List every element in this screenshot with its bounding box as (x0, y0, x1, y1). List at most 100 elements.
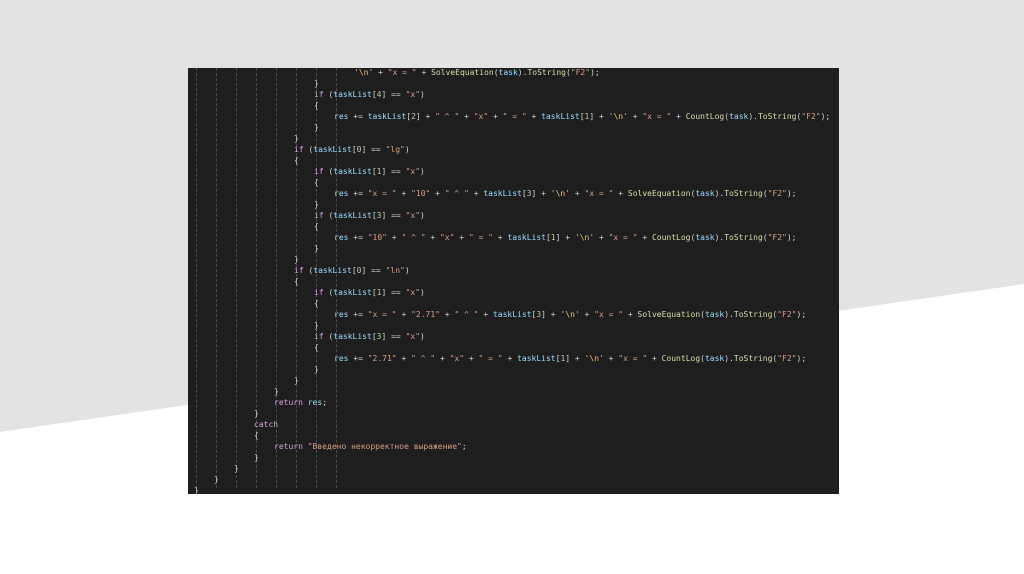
code-token: ). (517, 68, 528, 77)
code-token: ). (724, 354, 734, 363)
code-token: " ^ " (401, 233, 426, 242)
code-token: + (613, 189, 628, 198)
code-line: } (294, 374, 299, 388)
code-token: "2.71" (367, 354, 397, 363)
code-line: } (234, 462, 239, 476)
code-token: res (334, 112, 349, 121)
code-token: res (334, 233, 349, 242)
code-token: ). (724, 310, 734, 319)
code-token: "x = " (608, 233, 638, 242)
code-token: } (234, 464, 239, 473)
code-token: ] == (381, 288, 406, 297)
code-token: + (468, 189, 484, 198)
code-token: { (294, 277, 299, 286)
code-token: ) (420, 90, 425, 99)
code-token: task (704, 354, 725, 363)
code-token: ToString (724, 233, 763, 242)
code-token: { (314, 101, 319, 110)
code-token: "x" (405, 211, 421, 220)
code-line: if (taskList[1] == "x") (314, 286, 425, 300)
code-token: } (314, 365, 319, 374)
code-token: + (623, 310, 638, 319)
code-token: } (314, 321, 319, 330)
code-token: "x" (405, 332, 421, 341)
code-token: "x = " (367, 189, 397, 198)
code-token: + (627, 112, 643, 121)
code-token: ToString (733, 354, 773, 363)
code-token: "F2" (767, 189, 787, 198)
code-token: ( (303, 266, 314, 275)
code-token: ); (796, 310, 807, 319)
code-token: '\n' (608, 112, 628, 121)
code-token: "x = " (367, 310, 397, 319)
code-token: } (314, 200, 319, 209)
code-token: += (348, 112, 368, 121)
code-token: "x = " (642, 112, 672, 121)
code-token: + (396, 310, 412, 319)
code-token: taskList (333, 332, 372, 341)
code-line: res += "10" + " ^ " + "x" + " = " + task… (334, 231, 797, 245)
code-token: taskList (333, 288, 372, 297)
code-token: + (603, 354, 619, 363)
code-token: ); (590, 68, 600, 77)
code-token: } (254, 453, 259, 462)
code-token: if (294, 145, 304, 154)
code-token: ( (323, 332, 334, 341)
code-token: ] + (415, 112, 436, 121)
code-token: ) (420, 211, 425, 220)
code-token: + (570, 189, 585, 198)
code-line: } (254, 451, 259, 465)
code-line: if (taskList[3] == "x") (314, 209, 425, 223)
code-token: { (294, 156, 299, 165)
code-line: return res; (274, 396, 327, 410)
code-token: taskList (367, 112, 407, 121)
indent-guide (216, 68, 217, 488)
code-token: "x" (449, 354, 465, 363)
code-token: } (194, 486, 199, 494)
code-line: res += taskList[2] + " ^ " + "x" + " = "… (334, 110, 830, 124)
indent-guide (196, 68, 197, 488)
code-token: "ln" (385, 266, 405, 275)
code-token: res (307, 398, 323, 407)
code-token: if (314, 167, 324, 176)
code-line: { (314, 99, 319, 113)
code-token: + (435, 354, 450, 363)
code-token: ). (714, 189, 725, 198)
code-token: += (348, 354, 368, 363)
code-token: res (334, 189, 349, 198)
code-token: } (314, 123, 319, 132)
code-token: taskList (333, 211, 372, 220)
code-token: CountLog (685, 112, 725, 121)
code-token: } (254, 409, 259, 418)
code-token: res (334, 354, 349, 363)
code-line: res += "x = " + "10" + " ^ " + taskList[… (334, 187, 797, 201)
code-line: '\n' + "x = " + SolveEquation(task).ToSt… (354, 68, 600, 80)
code-line: if (taskList[0] == "ln") (294, 264, 410, 278)
code-token: ToString (724, 189, 763, 198)
code-token: " ^ " (435, 112, 460, 121)
code-token: ] + (541, 310, 561, 319)
code-token: "10" (367, 233, 387, 242)
code-token: "x = " (618, 354, 648, 363)
code-token: ] + (589, 112, 609, 121)
code-token: "F2" (570, 68, 591, 77)
code-token: ] == (381, 167, 406, 176)
code-token: "F2" (767, 233, 787, 242)
code-token: task (695, 233, 715, 242)
code-token: task (704, 310, 725, 319)
code-token: ToString (757, 112, 797, 121)
code-token: taskList (492, 310, 532, 319)
code-token: + (464, 354, 479, 363)
code-token: + (579, 310, 595, 319)
code-token: "x" (405, 167, 421, 176)
code-token: "x" (439, 233, 455, 242)
indent-guide (236, 68, 237, 488)
code-token: taskList (507, 233, 546, 242)
code-token: += (348, 189, 368, 198)
code-token: ] == (381, 211, 406, 220)
code-token: "x" (473, 112, 489, 121)
code-token: ] == (381, 332, 406, 341)
code-token: SolveEquation (637, 310, 701, 319)
code-token: "Введено некорректное выражение" (307, 442, 462, 451)
code-token: task (729, 112, 749, 121)
